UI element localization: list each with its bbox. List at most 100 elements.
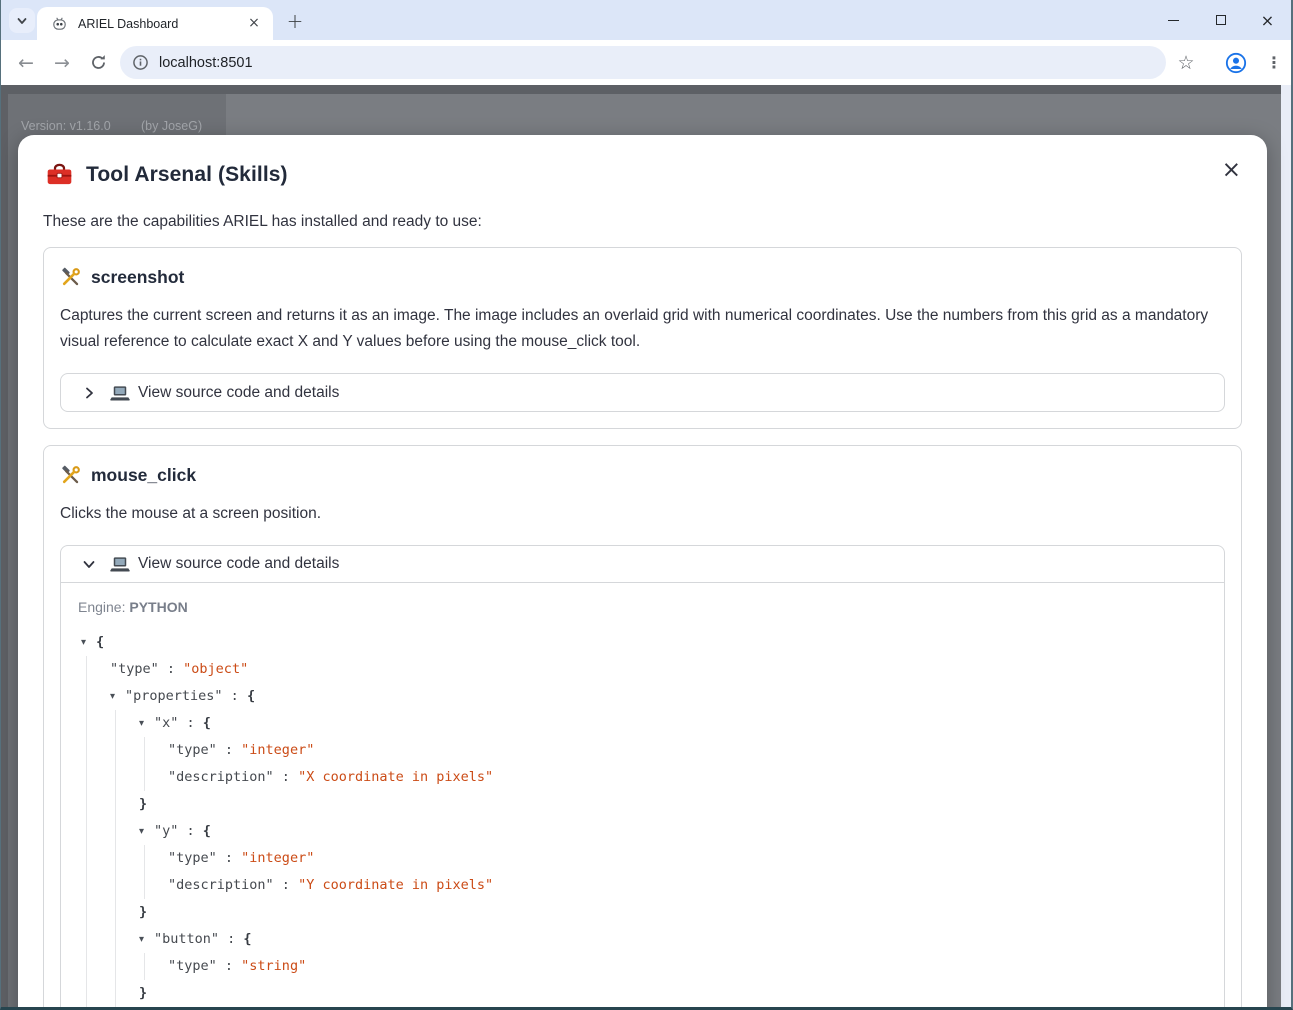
app-author-text: (by JoseG) [141, 119, 202, 133]
expander-body: Engine: PYTHON ▾{"type" : "object"▾"prop… [61, 583, 1224, 1010]
browser-window: ARIEL Dashboard × + × ← → localhost:8501 [0, 0, 1293, 1010]
collapse-triangle-icon[interactable]: ▾ [139, 818, 154, 845]
dialog-intro-text: These are the capabilities ARIEL has ins… [43, 213, 1242, 231]
engine-line: Engine: PYTHON [78, 599, 1208, 615]
expander-header[interactable]: View source code and details [61, 546, 1224, 583]
tab-close-icon[interactable]: × [245, 15, 263, 33]
maximize-button[interactable] [1197, 0, 1244, 40]
dialog-close-icon[interactable]: × [1222, 159, 1241, 182]
browser-menu-icon[interactable]: ⋮ [1259, 48, 1289, 78]
json-colon: : [274, 769, 298, 785]
source-expander-expanded: View source code and details Engine: PYT… [60, 545, 1225, 1010]
close-brace: } [139, 985, 147, 1001]
json-node: "description" : "Y coordinate in pixels" [168, 872, 1208, 899]
open-brace: { [247, 688, 255, 704]
site-info-icon[interactable] [132, 54, 149, 71]
new-tab-button[interactable]: + [282, 8, 308, 34]
json-colon: : [219, 931, 243, 947]
engine-label: Engine: [78, 599, 125, 615]
open-brace: { [203, 823, 211, 839]
toolbox-icon [46, 161, 73, 188]
collapse-triangle-icon[interactable]: ▾ [81, 629, 96, 656]
json-node: ▾"y" : { "type" : "integer""description" … [139, 818, 1208, 926]
json-node: ▾{"type" : "object"▾"properties" : {▾"x"… [81, 629, 1208, 1010]
json-colon: : [274, 877, 298, 893]
json-colon: : [217, 850, 241, 866]
source-expander-collapsed: View source code and details [60, 373, 1225, 412]
tool-card-screenshot: screenshot Captures the current screen a… [43, 247, 1242, 429]
collapse-triangle-icon[interactable]: ▾ [110, 683, 125, 710]
json-schema-tree: ▾{"type" : "object"▾"properties" : {▾"x"… [81, 629, 1208, 1010]
window-controls: × [1150, 0, 1291, 40]
json-key: "type" [168, 958, 217, 974]
hammer-wrench-icon [60, 465, 81, 486]
json-colon: : [217, 742, 241, 758]
maximize-icon [1216, 15, 1226, 25]
chevron-down-icon [16, 15, 28, 27]
json-colon: : [178, 715, 202, 731]
chevron-down-icon [82, 557, 96, 571]
page-scrollbar[interactable] [1281, 85, 1291, 1010]
reload-icon [90, 54, 107, 71]
collapse-triangle-icon[interactable]: ▾ [139, 710, 154, 737]
expander-label: View source code and details [138, 384, 339, 402]
json-node: "type" : "integer" [168, 845, 1208, 872]
window-close-button[interactable]: × [1244, 0, 1291, 40]
tool-description: Clicks the mouse at a screen position. [60, 501, 1225, 527]
open-brace: { [96, 634, 104, 650]
page-area: Version: v1.16.0 (by JoseG) × Tool Arsen… [1, 85, 1291, 1010]
json-node: "type" : "object" [110, 656, 1208, 683]
tab-search-button[interactable] [9, 8, 35, 33]
reload-button[interactable] [83, 48, 113, 78]
profile-avatar-icon [1225, 52, 1247, 74]
json-colon: : [159, 661, 183, 677]
chevron-right-icon [82, 386, 96, 400]
json-node: ▾"x" : {"type" : "integer""description" … [139, 710, 1208, 818]
json-string-value: "string" [241, 958, 306, 974]
app-version-text: Version: v1.16.0 [21, 119, 111, 133]
dialog-header: Tool Arsenal (Skills) [46, 161, 1242, 188]
minimize-button[interactable] [1150, 0, 1197, 40]
json-children: "type" : "string" [144, 953, 1208, 980]
json-key: "y" [154, 823, 178, 839]
json-children: "type" : "integer""description" : "X coo… [144, 737, 1208, 791]
sidebar-edge [1, 85, 8, 1010]
expander-header[interactable]: View source code and details [61, 374, 1224, 411]
open-brace: { [203, 715, 211, 731]
tool-card-mouse-click: mouse_click Clicks the mouse at a screen… [43, 445, 1242, 1010]
engine-value: PYTHON [129, 599, 187, 615]
json-node: "description" : "X coordinate in pixels" [168, 764, 1208, 791]
laptop-icon [110, 554, 130, 574]
json-key: "type" [110, 661, 159, 677]
forward-button[interactable]: → [47, 48, 77, 78]
json-node: "type" : "string" [168, 953, 1208, 980]
json-colon: : [217, 958, 241, 974]
json-node: "type" : "integer" [168, 737, 1208, 764]
laptop-icon [110, 383, 130, 403]
expander-label: View source code and details [138, 555, 339, 573]
tool-name: screenshot [91, 267, 184, 288]
json-children: "type" : "object"▾"properties" : {▾"x" :… [86, 656, 1208, 1010]
window-close-icon: × [1261, 11, 1274, 30]
json-children: ▾"x" : {"type" : "integer""description" … [115, 710, 1208, 1007]
tool-heading: screenshot [60, 267, 1225, 288]
browser-tab[interactable]: ARIEL Dashboard × [37, 7, 273, 40]
json-string-value: "integer" [241, 850, 314, 866]
json-key: "description" [168, 877, 274, 893]
profile-button[interactable] [1221, 48, 1251, 78]
address-bar[interactable]: localhost:8501 [120, 46, 1166, 79]
tool-heading: mouse_click [60, 465, 1225, 486]
tab-strip: ARIEL Dashboard × + × [1, 0, 1291, 40]
tool-description: Captures the current screen and returns … [60, 303, 1225, 355]
close-brace: } [139, 904, 147, 920]
json-key: "type" [168, 742, 217, 758]
collapse-triangle-icon[interactable]: ▾ [139, 926, 154, 953]
back-button[interactable]: ← [11, 48, 41, 78]
json-string-value: "Y coordinate in pixels" [298, 877, 493, 893]
json-key: "button" [154, 931, 219, 947]
bookmark-star-icon[interactable]: ☆ [1171, 48, 1201, 78]
json-children: "type" : "integer""description" : "Y coo… [144, 845, 1208, 899]
json-node: ▾"properties" : {▾"x" : {"type" : "integ… [110, 683, 1208, 1010]
hammer-wrench-icon [60, 267, 81, 288]
json-key: "properties" [125, 688, 223, 704]
